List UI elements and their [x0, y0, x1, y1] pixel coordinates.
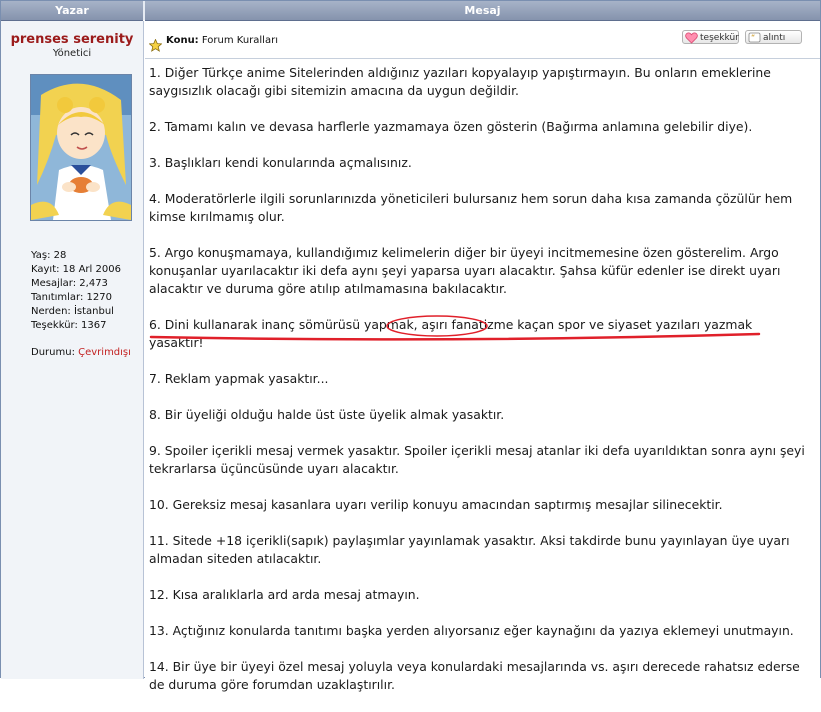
quote-label: alıntı — [763, 33, 786, 43]
post-subject: Konu: Forum Kuralları — [166, 35, 278, 46]
stat-joined: Kayıt: 18 Arl 2006 — [31, 264, 121, 275]
avatar-illustration — [31, 75, 131, 220]
quote-icon: “ — [748, 32, 761, 43]
post-body: 1. Diğer Türkçe anime Sitelerinden aldığ… — [149, 64, 809, 712]
rule-4: 4. Moderatörlerle ilgili sorunlarınızda … — [149, 191, 793, 224]
rule-14: 14. Bir üye bir üyeyi özel mesaj yoluyla… — [149, 659, 800, 692]
stat-location: Nerden: İstanbul — [31, 306, 114, 317]
rule-9: 9. Spoiler içerikli mesaj vermek yasaktı… — [149, 443, 805, 476]
rule-10: 10. Gereksiz mesaj kasanlara uyarı veril… — [149, 497, 723, 512]
stat-thanks: Teşekkür: 1367 — [31, 320, 107, 331]
thanks-button[interactable]: teşekkür — [682, 30, 739, 44]
subject-text: Forum Kuralları — [201, 35, 278, 46]
rule-3: 3. Başlıkları kendi konularında açmalısı… — [149, 155, 412, 170]
rule-8: 8. Bir üyeliği olduğu halde üst üste üye… — [149, 407, 505, 422]
rule-1: 1. Diğer Türkçe anime Sitelerinden aldığ… — [149, 65, 771, 98]
quote-button[interactable]: “ alıntı — [745, 30, 802, 44]
message-panel: Konu: Forum Kuralları teşekkür “ alıntı … — [145, 21, 820, 692]
rule-12: 12. Kısa aralıklarla ard arda mesaj atma… — [149, 587, 420, 602]
post-subject-row: Konu: Forum Kuralları teşekkür “ alıntı — [145, 21, 820, 59]
user-status: Durumu: Çevrimdışı — [31, 347, 131, 358]
svg-text:“: “ — [751, 34, 755, 43]
rule-2: 2. Tamamı kalın ve devasa harflerle yazm… — [149, 119, 753, 134]
user-info-panel: prenses serenity Yönetici Yaş: 28 Kayıt:… — [1, 21, 144, 679]
user-stats: Yaş: 28 Kayıt: 18 Arl 2006 Mesajlar: 2,4… — [31, 249, 121, 333]
thanks-label: teşekkür — [700, 33, 739, 43]
status-label: Durumu: — [31, 347, 75, 358]
heart-icon — [685, 32, 698, 44]
author-column-header: Yazar — [1, 1, 143, 21]
rule-7: 7. Reklam yapmak yasaktır... — [149, 371, 329, 386]
star-icon — [149, 39, 162, 52]
subject-label: Konu: — [166, 35, 199, 46]
username-link[interactable]: prenses serenity — [1, 32, 143, 47]
rule-13: 13. Açtığınız konularda tanıtımı başka y… — [149, 623, 794, 638]
rule-5: 5. Argo konuşmamaya, kullandığımız kelim… — [149, 245, 781, 296]
stat-introductions: Tanıtımlar: 1270 — [31, 292, 112, 303]
post-table: Yazar Mesaj prenses serenity Yönetici Ya… — [0, 0, 821, 692]
status-value: Çevrimdışı — [78, 347, 131, 358]
rule-6: 6. Dini kullanarak inanç sömürüsü yapmak… — [149, 317, 753, 350]
rule-11: 11. Sitede +18 içerikli(sapık) paylaşıml… — [149, 533, 790, 566]
user-rank-title: Yönetici — [52, 48, 92, 59]
stat-posts: Mesajlar: 2,473 — [31, 278, 108, 289]
message-column-header: Mesaj — [145, 1, 820, 21]
user-avatar[interactable] — [30, 74, 132, 221]
stat-age: Yaş: 28 — [31, 250, 67, 261]
